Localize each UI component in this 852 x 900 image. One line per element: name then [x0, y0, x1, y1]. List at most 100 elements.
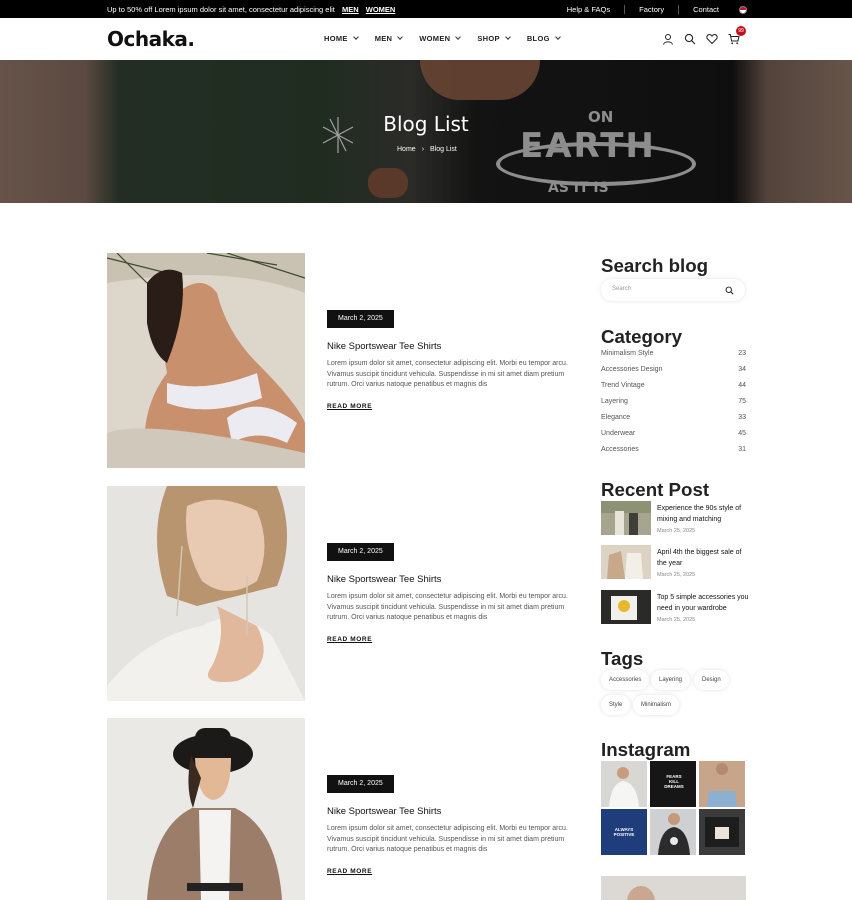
nav-label: BLOG — [526, 34, 550, 43]
recent-post-item[interactable]: Top 5 simple accessories you need in you… — [601, 590, 749, 626]
post-image[interactable] — [107, 253, 305, 468]
breadcrumb: Home › Blog List — [397, 146, 457, 153]
recent-post-item[interactable]: April 4th the biggest sale of the year M… — [601, 545, 746, 581]
chevron-down-icon — [397, 34, 404, 40]
promo-link-men[interactable]: MEN — [342, 5, 359, 14]
category-count: 45 — [738, 430, 746, 437]
blog-post-card: March 2, 2025 Nike Sportswear Tee Shirts… — [107, 253, 577, 468]
search-icon[interactable] — [684, 32, 696, 45]
contact-link[interactable]: Contact — [678, 5, 733, 14]
category-name: Accessories Design — [601, 366, 663, 373]
search-blog-heading: Search blog — [601, 255, 709, 276]
category-count: 23 — [738, 350, 746, 357]
help-faqs-link[interactable]: Help & FAQs — [553, 5, 624, 14]
factory-link[interactable]: Factory — [624, 5, 678, 14]
category-name: Minimalism Style — [601, 350, 654, 357]
recent-post-thumbnail — [601, 545, 651, 579]
category-count: 34 — [738, 366, 746, 373]
recent-post-heading: Recent Post — [601, 479, 710, 500]
uk-flag-icon[interactable] — [739, 5, 747, 14]
post-excerpt: Lorem ipsum dolor sit amet, consectetur … — [327, 360, 568, 388]
nav-item-men[interactable]: MEN — [375, 34, 404, 43]
read-more-link[interactable]: READ MORE — [327, 403, 372, 410]
tags-heading: Tags — [601, 648, 644, 669]
post-date-badge: March 2, 2025 — [327, 310, 394, 328]
category-item[interactable]: Trend Vintage 44 — [601, 381, 746, 397]
main-header: Ochaka. HOME MEN WOMEN SHOP BLOG 99 — [0, 18, 852, 60]
category-count: 44 — [738, 382, 746, 389]
category-count: 33 — [738, 414, 746, 421]
chevron-down-icon — [455, 34, 462, 40]
nav-label: WOMEN — [419, 34, 451, 43]
category-item[interactable]: Underwear 45 — [601, 429, 746, 445]
tag-minimalism[interactable]: Minimalism — [633, 695, 679, 715]
instagram-image[interactable]: FEARS KILL DREAMS — [650, 761, 696, 807]
cart-count-badge: 99 — [736, 26, 746, 36]
tee-print-text: ALWAYS POSITIVE — [613, 827, 635, 837]
breadcrumb-home[interactable]: Home — [397, 146, 416, 153]
category-name: Elegance — [601, 414, 631, 421]
nav-item-shop[interactable]: SHOP — [477, 34, 511, 43]
category-item[interactable]: Accessories 31 — [601, 445, 746, 461]
nav-item-blog[interactable]: BLOG — [526, 34, 561, 43]
category-item[interactable]: Minimalism Style 23 — [601, 349, 746, 365]
read-more-link[interactable]: READ MORE — [327, 868, 372, 875]
user-icon[interactable] — [662, 32, 674, 45]
promo-text-wrap: Up to 50% off Lorem ipsum dolor sit amet… — [107, 5, 395, 14]
instagram-image[interactable]: ALWAYS POSITIVE — [601, 809, 647, 855]
post-title[interactable]: Nike Sportswear Tee Shirts — [327, 806, 441, 817]
post-image[interactable] — [107, 718, 305, 900]
recent-post-item[interactable]: Experience the 90s style of mixing and m… — [601, 501, 746, 537]
recent-post-title: Top 5 simple accessories you need in you… — [657, 594, 749, 612]
category-count: 31 — [738, 446, 746, 453]
instagram-image[interactable] — [699, 761, 745, 807]
post-excerpt: Lorem ipsum dolor sit amet, consectetur … — [327, 593, 568, 621]
post-title[interactable]: Nike Sportswear Tee Shirts — [327, 574, 441, 585]
nav-item-home[interactable]: HOME — [324, 34, 359, 43]
header-icons: 99 — [662, 26, 746, 45]
category-item[interactable]: Elegance 33 — [601, 413, 746, 429]
page-hero-banner: ON EARTH AS IT IS Blog List Home › Blog … — [0, 60, 852, 203]
recent-post-title: April 4th the biggest sale of the year — [657, 549, 742, 567]
recent-post-thumbnail — [601, 590, 651, 624]
post-title[interactable]: Nike Sportswear Tee Shirts — [327, 341, 441, 352]
heart-icon[interactable] — [706, 32, 718, 45]
instagram-image[interactable] — [650, 809, 696, 855]
search-blog-input[interactable]: Search — [601, 279, 745, 301]
recent-post-title: Experience the 90s style of mixing and m… — [657, 505, 742, 523]
tag-style[interactable]: Style — [601, 695, 631, 715]
instagram-heading: Instagram — [601, 739, 691, 760]
post-date-badge: March 2, 2025 — [327, 543, 394, 561]
read-more-link[interactable]: READ MORE — [327, 636, 372, 643]
category-name: Layering — [601, 398, 628, 405]
category-item[interactable]: Layering 75 — [601, 397, 746, 413]
search-icon[interactable] — [725, 286, 734, 295]
instagram-image[interactable] — [601, 761, 647, 807]
category-count: 75 — [738, 398, 746, 405]
category-name: Trend Vintage — [601, 382, 645, 389]
category-list: Minimalism Style 23 Accessories Design 34 … — [601, 349, 746, 461]
tag-design[interactable]: Design — [694, 670, 729, 690]
category-item[interactable]: Accessories Design 34 — [601, 365, 746, 381]
cart-icon[interactable]: 99 — [728, 26, 746, 45]
instagram-image[interactable] — [699, 809, 745, 855]
chevron-down-icon — [554, 34, 561, 40]
blog-post-card: March 2, 2025 Nike Sportswear Tee Shirts… — [107, 718, 577, 900]
logo[interactable]: Ochaka. — [107, 27, 195, 51]
post-image[interactable] — [107, 486, 305, 701]
main-nav: HOME MEN WOMEN SHOP BLOG — [324, 34, 561, 43]
promo-text: Up to 50% off Lorem ipsum dolor sit amet… — [107, 5, 335, 14]
breadcrumb-current: Blog List — [430, 146, 457, 153]
recent-post-date: March 25, 2025 — [657, 528, 696, 534]
category-name: Accessories — [601, 446, 639, 453]
topbar-links: Help & FAQs Factory Contact — [553, 5, 747, 14]
promo-link-women[interactable]: WOMEN — [366, 5, 396, 14]
nav-label: SHOP — [477, 34, 500, 43]
tag-accessories[interactable]: Accessories — [601, 670, 650, 690]
tag-layering[interactable]: Layering — [651, 670, 691, 690]
category-name: Underwear — [601, 430, 636, 437]
post-excerpt: Lorem ipsum dolor sit amet, consectetur … — [327, 825, 568, 853]
post-date-badge: March 2, 2025 — [327, 775, 394, 793]
nav-item-women[interactable]: WOMEN — [419, 34, 462, 43]
sidebar-banner-image[interactable] — [601, 876, 746, 900]
